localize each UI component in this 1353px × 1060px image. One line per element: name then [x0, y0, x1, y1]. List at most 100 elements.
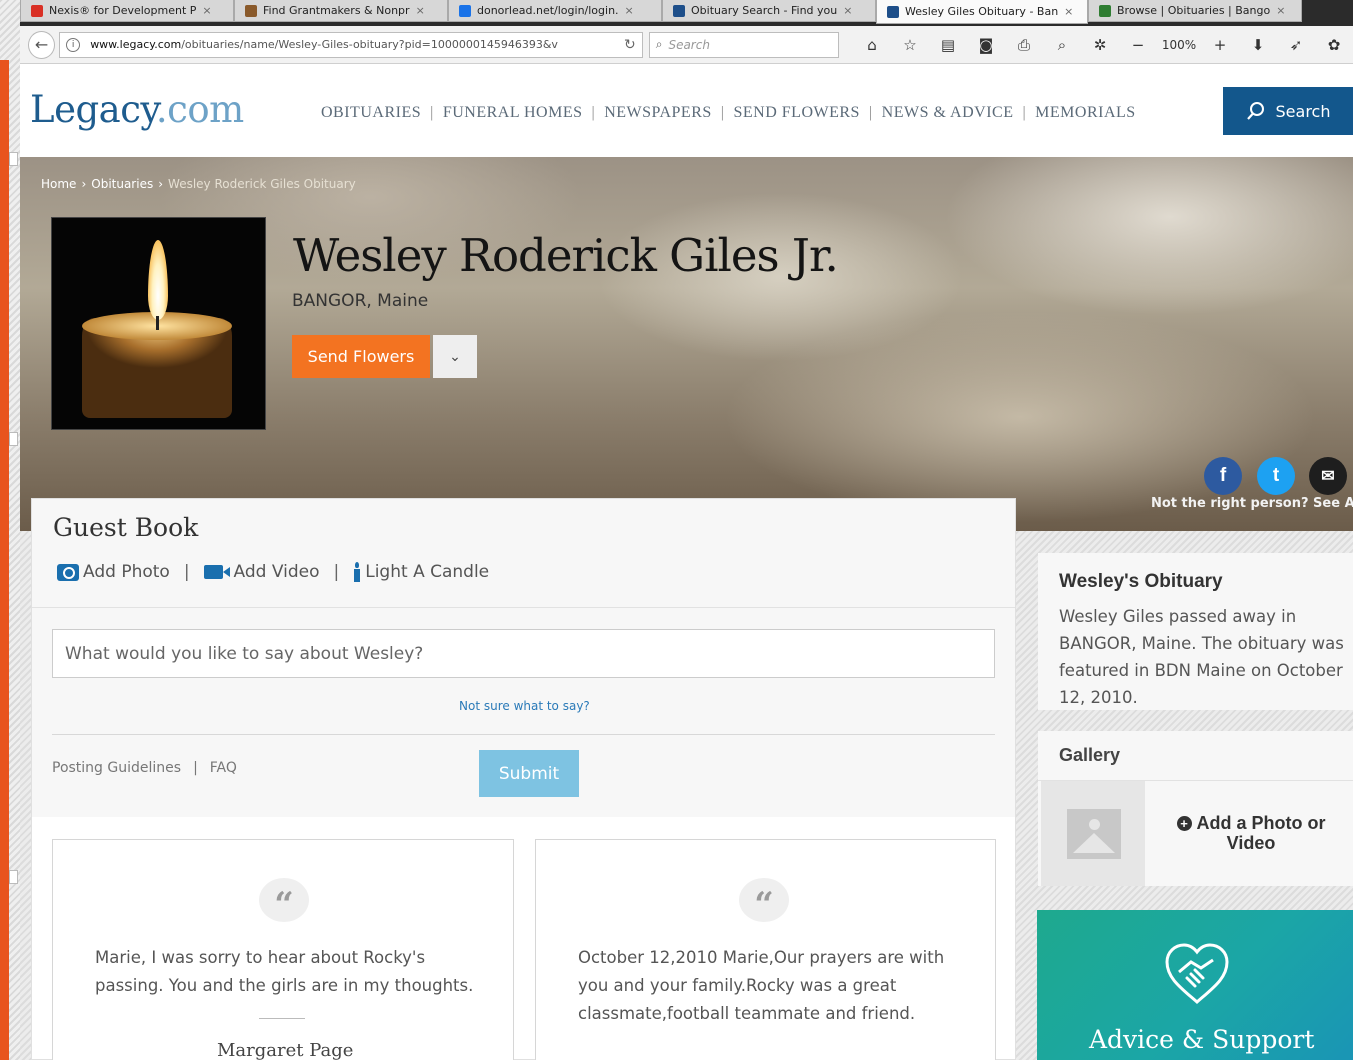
browser-tab[interactable]: Wesley Giles Obituary - Ban × [876, 0, 1088, 24]
chevron-down-icon: ⌄ [449, 348, 461, 365]
submit-button[interactable]: Submit [479, 750, 579, 797]
url-host: www.legacy.com [90, 38, 182, 51]
browser-navbar: ← i www.legacy.com/obituaries/name/Wesle… [20, 26, 1353, 64]
gallery-title: Gallery [1059, 745, 1121, 765]
guest-book-message-input[interactable] [52, 629, 995, 678]
light-candle-label: Light A Candle [365, 562, 490, 582]
guest-book-title: Guest Book [53, 513, 199, 542]
breadcrumb-sep: › [81, 177, 87, 191]
browser-toolbar: ⌂ ☆ ▤ ◙ ⎙ ⌕ ✲ − 100% + ⬇ ➶ ✿ [853, 36, 1353, 54]
tab-close-icon[interactable]: × [202, 4, 211, 17]
gear-icon[interactable]: ✲ [1081, 36, 1119, 54]
tab-close-icon[interactable]: × [1276, 4, 1285, 17]
tab-favicon-icon [245, 4, 257, 17]
deceased-name: Wesley Roderick Giles Jr. [293, 229, 839, 282]
send-icon[interactable]: ➶ [1277, 36, 1315, 54]
site-search-label: Search [1275, 101, 1331, 121]
nav-item-memorials[interactable]: MEMORIALS [1035, 104, 1136, 122]
breadcrumb: Home › Obituaries › Wesley Roderick Gile… [41, 177, 356, 191]
back-button[interactable]: ← [28, 30, 56, 59]
extension-icon[interactable]: ✿ [1315, 36, 1353, 54]
tab-favicon-icon [1099, 4, 1111, 17]
tab-close-icon[interactable]: × [625, 4, 634, 17]
browser-tab[interactable]: donorlead.net/login/login. × [448, 0, 662, 22]
nav-item-news-advice[interactable]: NEWS & ADVICE [882, 104, 1014, 122]
print-icon[interactable]: ⎙ [1005, 36, 1043, 54]
send-flowers-button[interactable]: Send Flowers [292, 335, 430, 378]
tab-close-icon[interactable]: × [843, 4, 852, 17]
candle-wick [156, 316, 159, 330]
not-sure-link[interactable]: Not sure what to say? [459, 699, 590, 713]
guest-book-links: Posting Guidelines | FAQ [52, 760, 237, 776]
download-icon[interactable]: ⬇ [1239, 36, 1277, 54]
tab-title: Obituary Search - Find you [691, 4, 838, 17]
browser-tab[interactable]: Obituary Search - Find you × [662, 0, 876, 22]
obituary-summary-title[interactable]: Wesley's Obituary [1059, 571, 1223, 593]
breadcrumb-current: Wesley Roderick Giles Obituary [168, 177, 356, 191]
twitter-share-icon[interactable]: t [1257, 457, 1295, 495]
url-bar[interactable]: i www.legacy.com/obituaries/name/Wesley-… [59, 31, 643, 58]
video-camera-icon [203, 565, 230, 579]
tab-title: Wesley Giles Obituary - Ban [905, 5, 1059, 18]
nav-sep: | [430, 104, 434, 121]
add-photo-or-video-label: Add a Photo or Video [1196, 813, 1326, 853]
faq-link[interactable]: FAQ [210, 760, 237, 776]
email-share-icon[interactable]: ✉ [1309, 457, 1347, 495]
memorial-photo[interactable] [51, 217, 266, 430]
add-photo-button[interactable]: Add Photo [57, 562, 170, 582]
slide-orange-edge [0, 60, 9, 1060]
zoom-level[interactable]: 100% [1157, 38, 1201, 52]
info-icon[interactable]: i [66, 37, 81, 52]
tab-close-icon[interactable]: × [1064, 5, 1073, 18]
posting-guidelines-link[interactable]: Posting Guidelines [52, 760, 181, 776]
guest-book-entries: “ Marie, I was sorry to hear about Rocky… [32, 817, 1015, 1060]
browser-tab-strip: Nexis® for Development P × Find Grantmaker… [20, 0, 1353, 26]
nav-item-send-flowers[interactable]: SEND FLOWERS [733, 104, 859, 122]
tab-close-icon[interactable]: × [416, 4, 425, 17]
add-photo-label: Add Photo [83, 562, 170, 582]
tab-title: donorlead.net/login/login. [477, 4, 619, 17]
site-search-button[interactable]: Search [1223, 87, 1353, 135]
flowers-dropdown-button[interactable]: ⌄ [433, 335, 477, 378]
browser-tab[interactable]: Nexis® for Development P × [20, 0, 234, 22]
advice-support-card[interactable]: Advice & Support [1037, 910, 1353, 1060]
browser-tab[interactable]: Find Grantmakers & Nonpr × [234, 0, 448, 22]
breadcrumb-sep: › [158, 177, 164, 191]
action-sep: | [333, 562, 340, 582]
nav-item-newspapers[interactable]: NEWSPAPERS [604, 104, 712, 122]
breadcrumb-obituaries[interactable]: Obituaries [91, 177, 153, 191]
facebook-share-icon[interactable]: f [1204, 457, 1242, 495]
reading-list-icon[interactable]: ▤ [929, 36, 967, 54]
tab-favicon-icon [673, 4, 685, 17]
add-photo-or-video-button[interactable]: + Add a Photo or Video [1156, 813, 1346, 853]
home-icon[interactable]: ⌂ [853, 36, 891, 54]
back-arrow-icon: ← [34, 35, 49, 54]
zoom-out-icon[interactable]: − [1119, 36, 1157, 54]
nav-sep: | [868, 104, 873, 121]
obituary-summary-card: Wesley's Obituary Wesley Giles passed aw… [1038, 553, 1353, 710]
gallery-thumbnail[interactable] [1041, 781, 1145, 886]
zoom-in-icon[interactable]: + [1201, 36, 1239, 54]
browser-tab[interactable]: Browse | Obituaries | Bango × [1088, 0, 1302, 22]
obituary-hero: Home › Obituaries › Wesley Roderick Gile… [20, 157, 1353, 531]
add-video-button[interactable]: Add Video [203, 562, 320, 582]
nav-item-funeral-homes[interactable]: FUNERAL HOMES [443, 104, 583, 122]
reload-icon[interactable]: ↻ [624, 37, 636, 53]
star-icon[interactable]: ☆ [891, 36, 929, 54]
breadcrumb-home[interactable]: Home [41, 177, 76, 191]
light-candle-button[interactable]: Light A Candle [353, 562, 489, 582]
browser-search-box[interactable]: ⌕ Search [648, 31, 839, 58]
heart-handshake-icon [1165, 943, 1229, 1004]
nav-item-obituaries[interactable]: OBITUARIES [321, 104, 421, 122]
legacy-logo[interactable]: Legacy.com [30, 88, 244, 131]
pocket-icon[interactable]: ◙ [967, 36, 1005, 54]
tab-title: Browse | Obituaries | Bango [1117, 4, 1271, 17]
entry-rule [259, 1018, 305, 1019]
logo-main: Legacy [30, 88, 156, 131]
advice-support-title: Advice & Support [1089, 1025, 1315, 1054]
entry-text: October 12,2010 Marie,Our prayers are wi… [578, 948, 945, 1023]
not-right-person-link[interactable]: Not the right person? See All [1151, 496, 1353, 511]
url-text: www.legacy.com/obituaries/name/Wesley-Gi… [90, 38, 618, 51]
find-icon[interactable]: ⌕ [1043, 36, 1081, 54]
link-sep: | [193, 760, 198, 776]
